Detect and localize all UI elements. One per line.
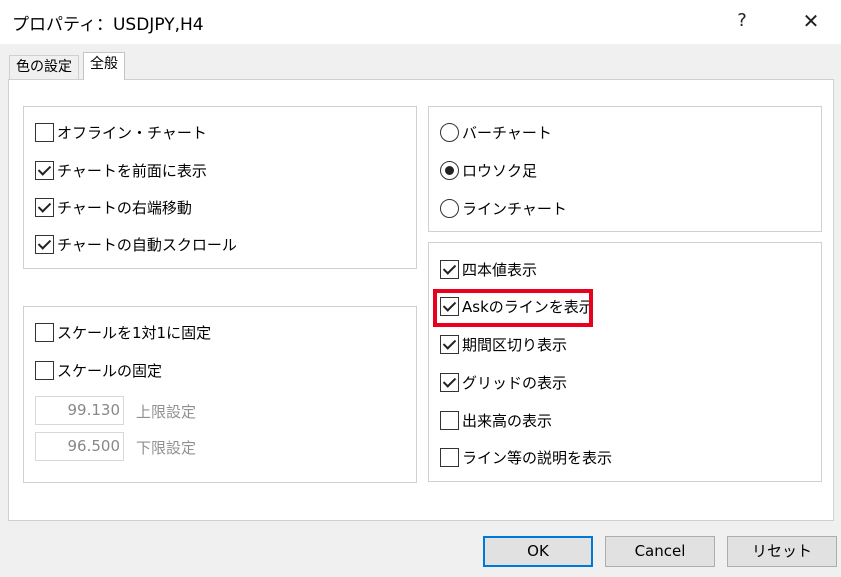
window-title: プロパティ：USDJPY,H4 bbox=[12, 15, 204, 35]
cancel-button[interactable]: Cancel bbox=[605, 536, 715, 567]
volume-label: 出来高の表示 bbox=[462, 411, 553, 430]
lower-limit-label: 下限設定 bbox=[136, 439, 197, 457]
offline-chart-checkbox[interactable] bbox=[35, 122, 54, 142]
chart-foreground-label: チャートを前面に表示 bbox=[57, 161, 207, 180]
line-chart-option[interactable]: ラインチャート bbox=[440, 197, 567, 219]
scale-fix-one-to-one-option[interactable]: スケールを1対1に固定 bbox=[35, 321, 211, 343]
ok-button[interactable]: OK bbox=[483, 536, 593, 567]
chart-autoscroll-checkbox[interactable] bbox=[35, 234, 54, 254]
display-options-group: 四本値表示 Askのラインを表示 期間区切り表示 グリッドの表示 出来高の表示 … bbox=[428, 242, 822, 482]
lower-limit-input[interactable]: 96.500 bbox=[35, 432, 124, 461]
object-descriptions-label: ライン等の説明を表示 bbox=[462, 448, 613, 467]
scale-fix-checkbox[interactable] bbox=[35, 360, 54, 380]
grid-checkbox[interactable] bbox=[440, 372, 459, 392]
bar-chart-option[interactable]: バーチャート bbox=[440, 121, 552, 143]
chart-foreground-checkbox[interactable] bbox=[35, 160, 54, 180]
candlestick-option[interactable]: ロウソク足 bbox=[440, 159, 537, 181]
ohlc-checkbox[interactable] bbox=[440, 259, 459, 279]
grid-option[interactable]: グリッドの表示 bbox=[440, 371, 567, 393]
period-separators-checkbox[interactable] bbox=[440, 334, 459, 354]
scale-fix-one-to-one-checkbox[interactable] bbox=[35, 322, 54, 342]
line-chart-label: ラインチャート bbox=[462, 199, 567, 218]
chart-options-group: オフライン・チャート チャートを前面に表示 チャートの右端移動 チャートの自動ス… bbox=[23, 106, 417, 269]
period-separators-label: 期間区切り表示 bbox=[462, 335, 568, 354]
upper-limit-input[interactable]: 99.130 bbox=[35, 396, 124, 425]
tab-colors[interactable]: 色の設定 bbox=[9, 55, 79, 79]
chart-autoscroll-label: チャートの自動スクロール bbox=[57, 235, 237, 254]
upper-limit-label: 上限設定 bbox=[136, 403, 197, 421]
candlestick-radio[interactable] bbox=[440, 160, 459, 180]
title-bar: プロパティ：USDJPY,H4 ? ✕ bbox=[0, 0, 841, 44]
volume-option[interactable]: 出来高の表示 bbox=[440, 409, 552, 431]
object-descriptions-checkbox[interactable] bbox=[440, 447, 459, 467]
chart-autoscroll-option[interactable]: チャートの自動スクロール bbox=[35, 233, 237, 255]
grid-label: グリッドの表示 bbox=[462, 373, 568, 392]
ask-line-highlight bbox=[433, 289, 593, 327]
period-separators-option[interactable]: 期間区切り表示 bbox=[440, 333, 567, 355]
bar-chart-label: バーチャート bbox=[462, 123, 552, 142]
ohlc-label: 四本値表示 bbox=[462, 260, 538, 279]
object-descriptions-option[interactable]: ライン等の説明を表示 bbox=[440, 446, 612, 468]
volume-checkbox[interactable] bbox=[440, 410, 459, 430]
scale-fix-one-to-one-label: スケールを1対1に固定 bbox=[57, 323, 212, 342]
chart-foreground-option[interactable]: チャートを前面に表示 bbox=[35, 159, 207, 181]
line-chart-radio[interactable] bbox=[440, 198, 459, 218]
candlestick-label: ロウソク足 bbox=[462, 161, 538, 180]
help-button[interactable]: ? bbox=[722, 6, 762, 36]
scale-fix-label: スケールの固定 bbox=[57, 361, 163, 380]
offline-chart-label: オフライン・チャート bbox=[57, 123, 207, 142]
scale-group: スケールを1対1に固定 スケールの固定 99.130 上限設定 96.500 下… bbox=[23, 306, 417, 483]
tab-general[interactable]: 全般 bbox=[83, 52, 125, 80]
bar-chart-radio[interactable] bbox=[440, 122, 459, 142]
close-button[interactable]: ✕ bbox=[790, 6, 832, 36]
offline-chart-option[interactable]: オフライン・チャート bbox=[35, 121, 207, 143]
ohlc-option[interactable]: 四本値表示 bbox=[440, 258, 537, 280]
tab-panel: オフライン・チャート チャートを前面に表示 チャートの右端移動 チャートの自動ス… bbox=[8, 79, 834, 521]
chart-shift-checkbox[interactable] bbox=[35, 197, 54, 217]
chart-shift-option[interactable]: チャートの右端移動 bbox=[35, 196, 192, 218]
chart-type-group: バーチャート ロウソク足 ラインチャート bbox=[428, 106, 822, 232]
scale-fix-option[interactable]: スケールの固定 bbox=[35, 359, 162, 381]
chart-shift-label: チャートの右端移動 bbox=[57, 198, 192, 217]
reset-button[interactable]: リセット bbox=[727, 536, 837, 567]
